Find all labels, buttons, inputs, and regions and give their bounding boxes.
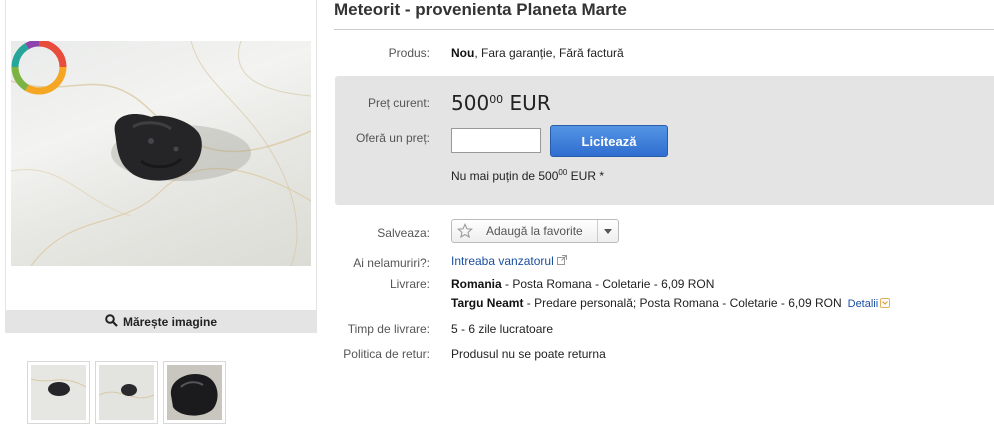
return-policy-value: Produsul nu se poate returna (451, 347, 606, 361)
add-to-favorites-button[interactable]: Adaugă la favorite (451, 219, 619, 243)
product-label: Produs: (388, 46, 430, 60)
thumbnail-image (167, 365, 222, 420)
ask-seller: Intreaba vanzatorul (451, 254, 568, 268)
external-link-icon (557, 254, 568, 268)
return-policy-label: Politica de retur: (343, 347, 430, 361)
delivery-method-1: - Posta Romana - Coletarie - 6,09 RON (501, 277, 715, 291)
offer-price-input[interactable] (451, 128, 541, 153)
price-currency: EUR (509, 91, 551, 115)
ask-seller-link[interactable]: Intreaba vanzatorul (451, 254, 554, 268)
delivery-line-2: Targu Neamt - Predare personală; Posta R… (451, 296, 891, 311)
price-cents: 00 (489, 93, 504, 106)
enlarge-image-label: Mărește imagine (122, 314, 218, 329)
add-to-favorites-label: Adaugă la favorite (486, 224, 583, 238)
product-condition: Nou (451, 46, 475, 60)
delivery-time-value: 5 - 6 zile lucratoare (451, 322, 554, 336)
save-label: Salveaza: (377, 226, 430, 240)
magnifier-icon (105, 313, 118, 330)
main-product-photo[interactable] (11, 41, 311, 266)
minimum-bid-suffix: EUR * (567, 169, 604, 183)
current-price: 50000 EUR (451, 91, 551, 115)
delivery-line-1: Romania - Posta Romana - Coletarie - 6,0… (451, 277, 714, 291)
bid-button[interactable]: Licitează (550, 125, 668, 157)
thumbnail-image (99, 365, 154, 420)
delivery-place-2: Targu Neamt (451, 296, 524, 310)
thumbnail-2[interactable] (95, 361, 158, 424)
star-icon (452, 223, 478, 239)
delivery-label: Livrare: (389, 277, 430, 291)
offer-label: Oferă un preț: (355, 131, 430, 145)
delivery-time-label: Timp de livrare: (347, 322, 430, 336)
listing-title: Meteorit - provenienta Planeta Marte (334, 0, 627, 19)
thumbnail-1[interactable] (27, 361, 90, 424)
delivery-method-2: - Predare personală; Posta Romana - Cole… (523, 296, 842, 310)
product-value: Nou, Fara garanție, Fără factură (451, 46, 624, 60)
delivery-details-link[interactable]: Detalii (848, 298, 879, 310)
price-whole: 500 (451, 91, 490, 115)
minimum-bid-note: Nu mai puțin de 50000 EUR * (451, 168, 604, 183)
thumbnail-3[interactable] (163, 361, 226, 424)
minimum-bid-prefix: Nu mai puțin de 500 (451, 169, 559, 183)
enlarge-image-button[interactable]: Mărește imagine (5, 310, 317, 333)
delivery-place-1: Romania (451, 277, 502, 291)
questions-label: Ai nelamuriri?: (353, 256, 430, 270)
current-price-label: Preț curent: (367, 96, 430, 110)
thumbnail-image (31, 365, 86, 420)
product-details: , Fara garanție, Fără factură (474, 46, 624, 60)
title-divider (334, 29, 994, 30)
caret-down-icon (604, 228, 612, 234)
favorites-dropdown-arrow[interactable] (597, 220, 618, 242)
minimum-bid-cents: 00 (558, 168, 568, 177)
chevron-down-icon[interactable] (880, 297, 891, 308)
